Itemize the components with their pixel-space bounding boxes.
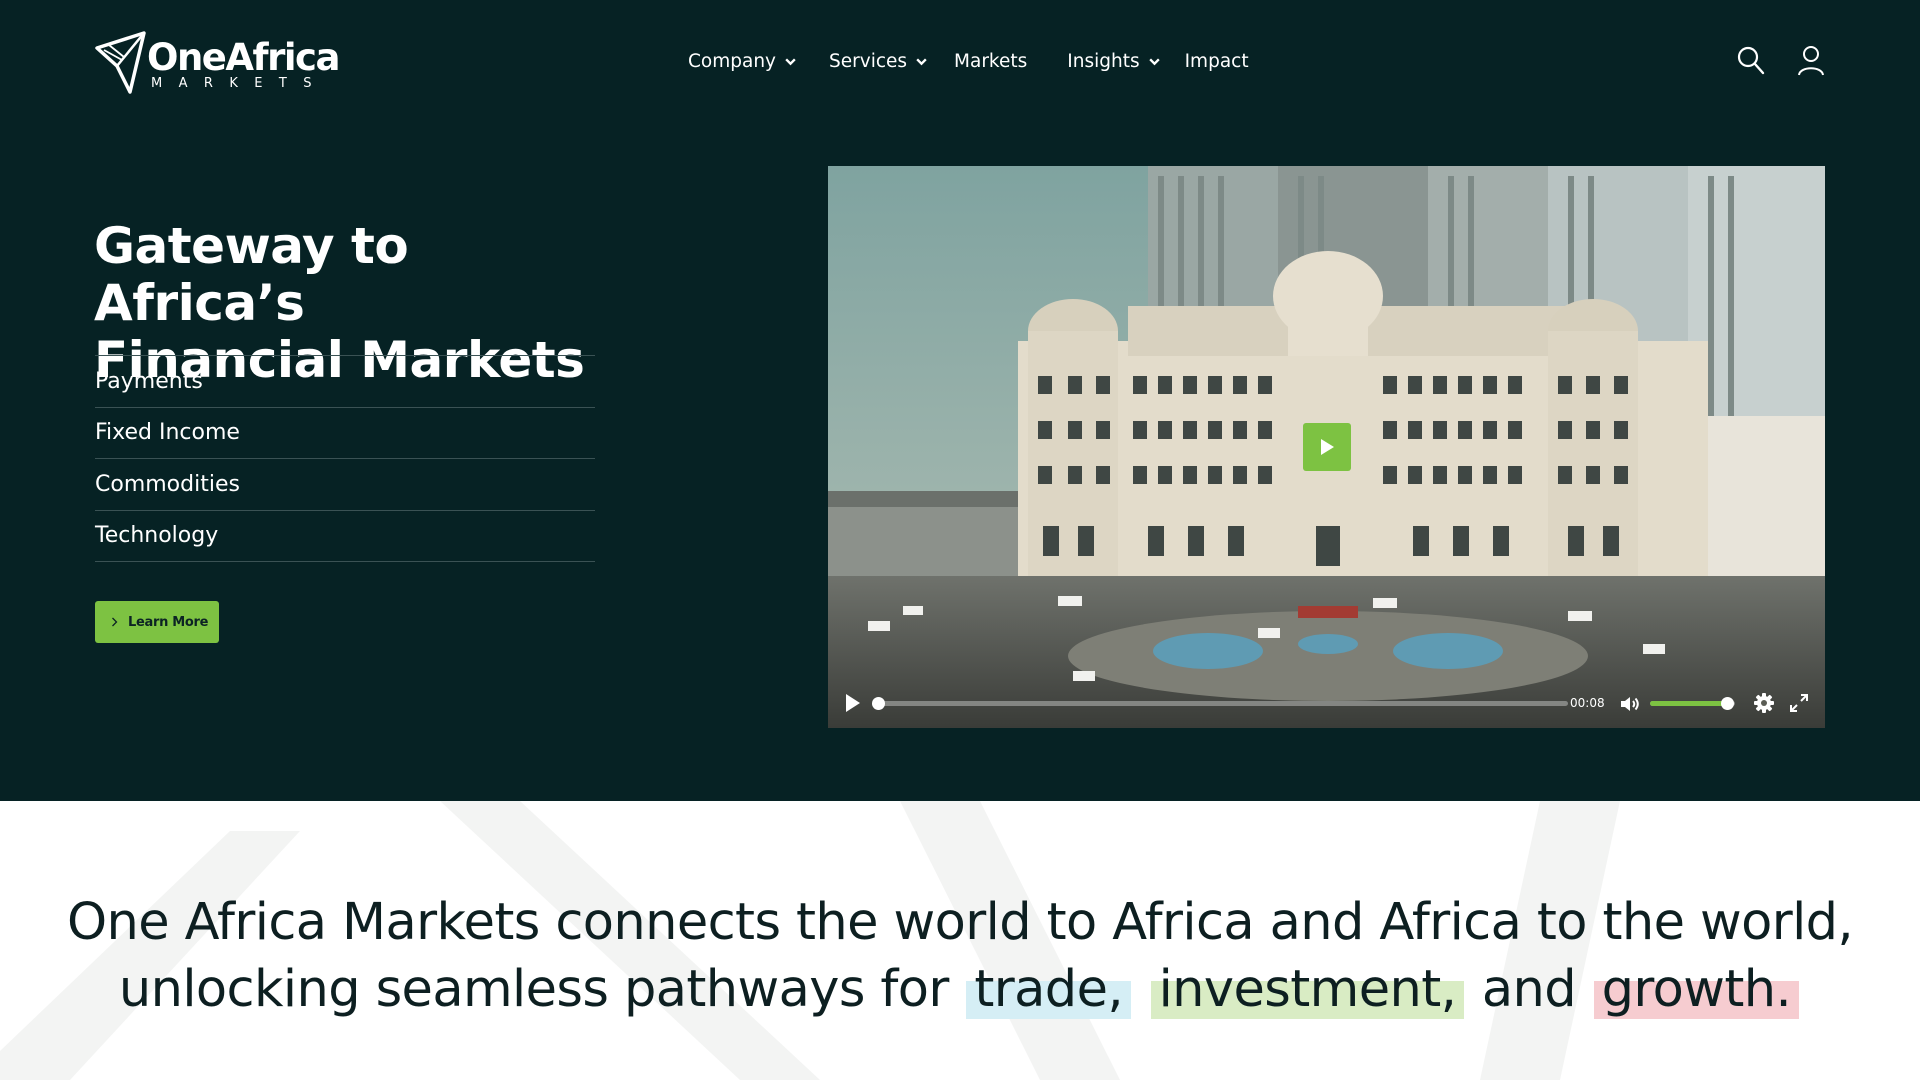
user-icon — [1798, 46, 1824, 76]
video-seek-bar[interactable] — [872, 697, 1568, 710]
mission-conjunction: and — [1481, 960, 1577, 1019]
nav-company[interactable]: Company — [688, 51, 797, 72]
search-icon — [1737, 46, 1765, 75]
video-play-button[interactable] — [843, 692, 863, 714]
video-play-overlay-button[interactable] — [1303, 423, 1351, 471]
brand-logo[interactable]: OneAfrica MARKETS — [94, 30, 340, 96]
logo-wordmark: OneAfrica — [147, 36, 340, 79]
logo-mark-icon — [95, 31, 146, 94]
nav-services-label: Services — [829, 50, 908, 72]
service-item-payments[interactable]: Payments — [95, 356, 595, 408]
service-item-fixed-income[interactable]: Fixed Income — [95, 408, 595, 459]
volume-level — [1650, 701, 1727, 706]
play-icon — [846, 694, 860, 712]
highlight-investment: investment, — [1150, 960, 1465, 1019]
hero-section: OneAfrica MARKETS Company Services Marke… — [0, 0, 1920, 801]
video-player[interactable]: 00:08 — [828, 166, 1825, 728]
highlight-trade: trade, — [966, 960, 1131, 1019]
mute-button[interactable] — [1618, 692, 1642, 716]
video-time: 00:08 — [1570, 696, 1605, 710]
chevron-right-icon — [112, 617, 118, 627]
mission-line2-prefix: unlocking seamless pathways for — [118, 960, 949, 1019]
service-list: Payments Fixed Income Commodities Techno… — [95, 355, 595, 562]
mission-statement: One Africa Markets connects the world to… — [0, 889, 1920, 1023]
nav-impact-label: Impact — [1184, 50, 1249, 72]
nav-impact[interactable]: Impact — [1185, 51, 1249, 72]
volume-icon — [1621, 697, 1639, 711]
service-item-technology[interactable]: Technology — [95, 511, 595, 562]
service-item-commodities[interactable]: Commodities — [95, 459, 595, 511]
gear-icon — [1754, 693, 1774, 713]
video-controls: 00:08 — [828, 681, 1825, 728]
learn-more-button[interactable]: Learn More — [95, 601, 219, 643]
nav-insights[interactable]: Insights — [1067, 51, 1160, 72]
volume-slider[interactable] — [1650, 697, 1735, 710]
learn-more-label: Learn More — [128, 614, 209, 630]
account-button[interactable] — [1795, 44, 1827, 78]
logo-subtitle: MARKETS — [151, 76, 328, 91]
hero-title-line1: Gateway to Africa’s — [94, 217, 409, 332]
highlight-growth: growth. — [1593, 960, 1800, 1019]
seek-handle[interactable] — [872, 697, 885, 710]
volume-handle[interactable] — [1720, 697, 1734, 710]
play-icon — [1321, 439, 1334, 455]
nav-markets-label: Markets — [954, 50, 1028, 72]
chevron-down-icon — [785, 57, 796, 65]
statement-section: One Africa Markets connects the world to… — [0, 801, 1920, 1080]
settings-button[interactable] — [1753, 692, 1775, 714]
nav-insights-label: Insights — [1067, 50, 1140, 72]
main-nav: Company Services Markets Insights Impact — [688, 46, 1249, 76]
fullscreen-icon — [1790, 694, 1808, 712]
mission-line1: One Africa Markets connects the world to… — [66, 893, 1854, 952]
nav-markets[interactable]: Markets — [954, 51, 1027, 72]
chevron-down-icon — [1148, 57, 1160, 65]
nav-services[interactable]: Services — [829, 51, 928, 72]
search-button[interactable] — [1735, 44, 1767, 78]
chevron-down-icon — [916, 57, 927, 65]
nav-company-label: Company — [688, 50, 777, 72]
fullscreen-button[interactable] — [1788, 692, 1810, 714]
